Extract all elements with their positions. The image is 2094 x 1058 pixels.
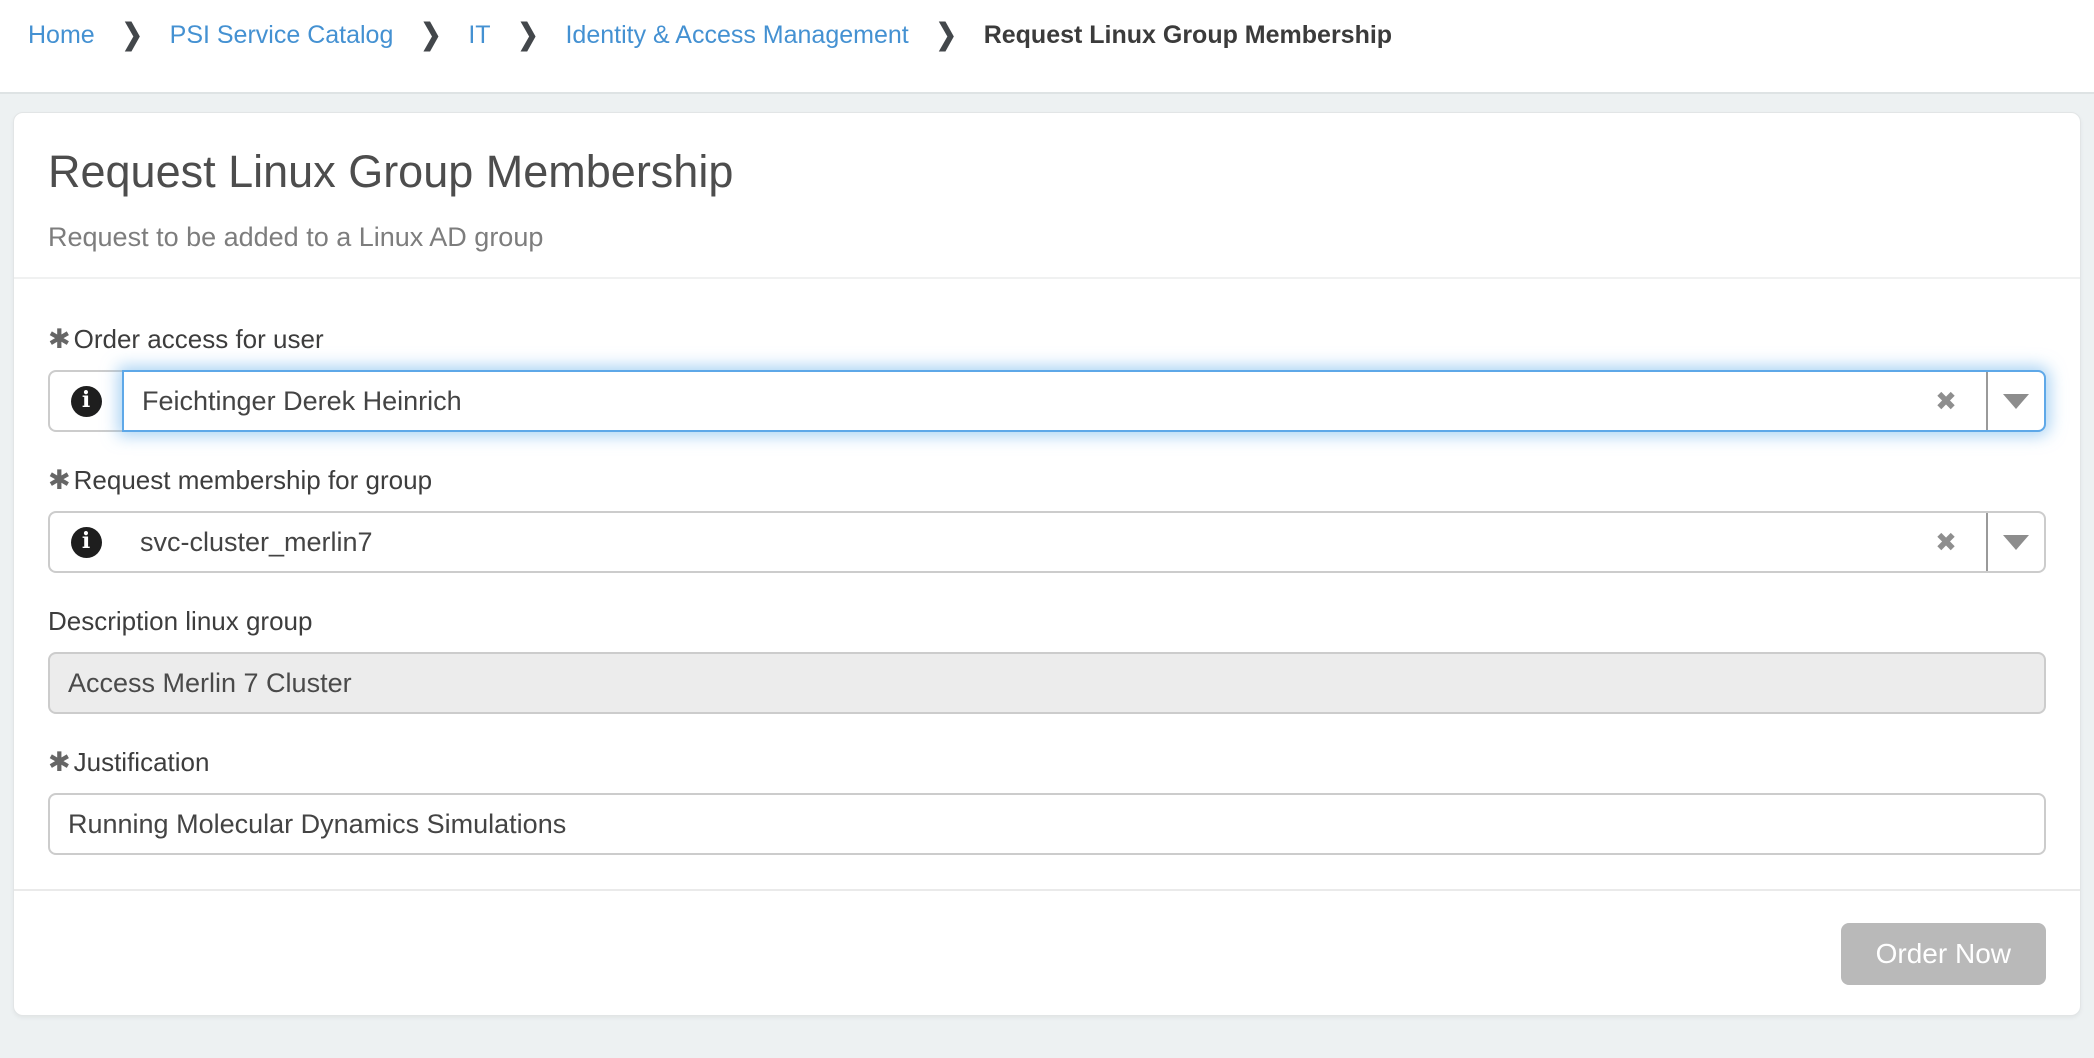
breadcrumb-current-page: Request Linux Group Membership xyxy=(984,16,1392,54)
dropdown-toggle-button[interactable] xyxy=(1986,372,2044,430)
dropdown-toggle-button[interactable] xyxy=(1986,513,2044,571)
page-subtitle: Request to be added to a Linux AD group xyxy=(48,221,2046,253)
request-membership-for-group-value[interactable]: svc-cluster_merlin7 xyxy=(122,513,1906,571)
required-asterisk-icon: ✱ xyxy=(48,326,71,353)
field-group-request-membership-for-group: ✱ Request membership for group i svc-clu… xyxy=(48,465,2046,573)
info-addon[interactable]: i xyxy=(48,511,122,573)
breadcrumb: Home ❯ PSI Service Catalog ❯ IT ❯ Identi… xyxy=(28,16,2094,54)
justification-label: Justification xyxy=(74,747,210,777)
request-membership-for-group-label: Request membership for group xyxy=(74,465,432,495)
field-group-order-access-for-user: ✱ Order access for user i Feichtinger De… xyxy=(48,324,2046,432)
request-membership-for-group-combobox[interactable]: svc-cluster_merlin7 ✖ xyxy=(122,511,2046,573)
chevron-right-icon: ❯ xyxy=(420,13,441,57)
caret-down-icon xyxy=(2003,394,2029,409)
required-asterisk-icon: ✱ xyxy=(48,749,71,776)
field-group-description-linux-group: Description linux group Access Merlin 7 … xyxy=(48,606,2046,714)
order-access-for-user-input-group: i Feichtinger Derek Heinrich ✖ xyxy=(48,370,2046,432)
breadcrumb-identity-access-management[interactable]: Identity & Access Management xyxy=(565,16,908,54)
field-label: Description linux group xyxy=(48,606,2046,636)
description-linux-group-readonly-field: Access Merlin 7 Cluster xyxy=(48,652,2046,714)
field-label: ✱ Justification xyxy=(48,747,2046,777)
field-label: ✱ Request membership for group xyxy=(48,465,2046,495)
justification-input[interactable]: Running Molecular Dynamics Simulations xyxy=(48,793,2046,855)
chevron-right-icon: ❯ xyxy=(518,13,539,57)
order-access-for-user-combobox[interactable]: Feichtinger Derek Heinrich ✖ xyxy=(122,370,2046,432)
clear-x-icon: ✖ xyxy=(1935,386,1957,417)
breadcrumb-bar: Home ❯ PSI Service Catalog ❯ IT ❯ Identi… xyxy=(0,0,2094,94)
order-access-for-user-value[interactable]: Feichtinger Derek Heinrich xyxy=(124,372,1906,430)
panel-footer: Order Now xyxy=(14,891,2080,1015)
info-addon[interactable]: i xyxy=(48,370,122,432)
request-membership-for-group-input-group: i svc-cluster_merlin7 ✖ xyxy=(48,511,2046,573)
chevron-right-icon: ❯ xyxy=(936,13,957,57)
clear-x-icon: ✖ xyxy=(1935,527,1957,558)
caret-down-icon xyxy=(2003,535,2029,550)
info-circle-icon: i xyxy=(71,386,102,417)
required-asterisk-icon: ✱ xyxy=(48,467,71,494)
breadcrumb-psi-service-catalog[interactable]: PSI Service Catalog xyxy=(170,16,394,54)
order-now-button[interactable]: Order Now xyxy=(1841,923,2046,985)
panel-header: Request Linux Group Membership Request t… xyxy=(14,113,2080,279)
clear-selection-button[interactable]: ✖ xyxy=(1906,513,1986,571)
field-group-justification: ✱ Justification Running Molecular Dynami… xyxy=(48,747,2046,855)
description-linux-group-label: Description linux group xyxy=(48,606,312,636)
field-label: ✱ Order access for user xyxy=(48,324,2046,354)
clear-selection-button[interactable]: ✖ xyxy=(1906,372,1986,430)
breadcrumb-it[interactable]: IT xyxy=(468,16,490,54)
request-form: ✱ Order access for user i Feichtinger De… xyxy=(14,279,2080,855)
info-circle-icon: i xyxy=(71,527,102,558)
chevron-right-icon: ❯ xyxy=(122,13,143,57)
order-access-for-user-label: Order access for user xyxy=(74,324,324,354)
page-title: Request Linux Group Membership xyxy=(48,143,2046,201)
request-form-panel: Request Linux Group Membership Request t… xyxy=(13,112,2081,1016)
breadcrumb-home[interactable]: Home xyxy=(28,16,95,54)
